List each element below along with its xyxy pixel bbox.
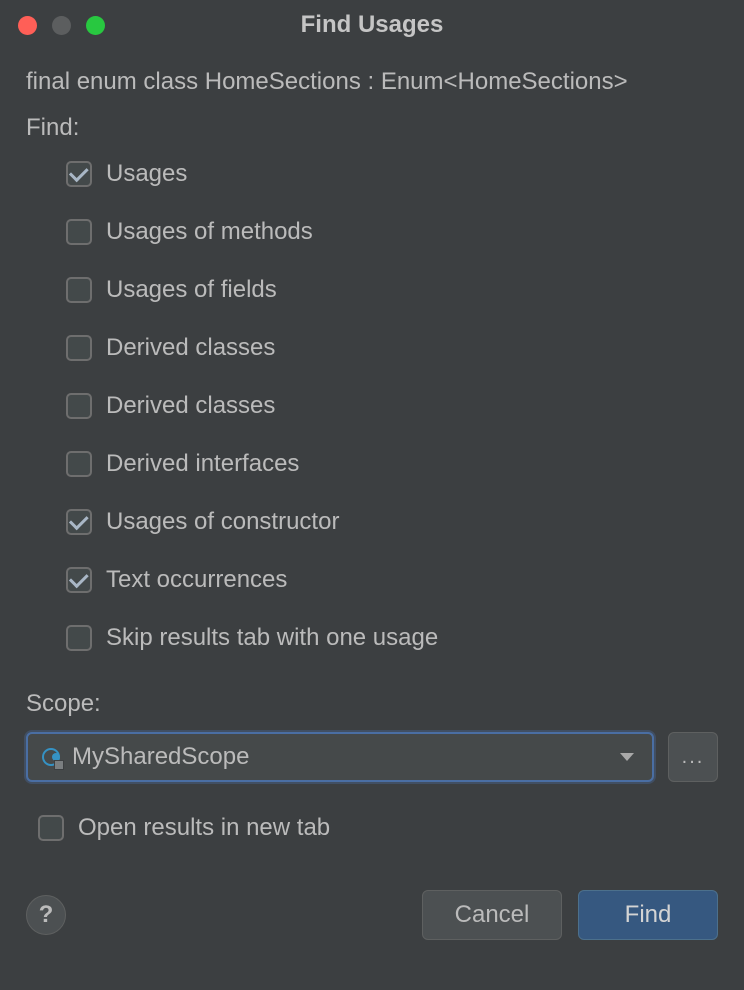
option-label: Skip results tab with one usage [106,624,438,652]
option-label: Usages of constructor [106,508,339,536]
help-button[interactable]: ? [26,895,66,935]
checkbox-usages-of-constructor[interactable] [66,509,92,535]
scope-label: Scope: [26,690,718,718]
scope-select[interactable]: MySharedScope [26,732,654,782]
checkbox-derived-interfaces[interactable] [66,451,92,477]
checkbox-derived-classes-1[interactable] [66,335,92,361]
option-label: Derived classes [106,392,275,420]
option-skip-results-tab[interactable]: Skip results tab with one usage [66,624,718,652]
shared-scope-icon [40,746,62,768]
option-open-new-tab[interactable]: Open results in new tab [26,814,718,842]
option-label: Usages of fields [106,276,277,304]
scope-value: MySharedScope [72,743,610,771]
find-button[interactable]: Find [578,890,718,940]
checkbox-skip-results-tab[interactable] [66,625,92,651]
scope-row: MySharedScope ... [26,732,718,782]
dialog-content: final enum class HomeSections : Enum<Hom… [0,50,744,842]
chevron-down-icon [620,753,634,761]
maximize-window-button[interactable] [86,16,105,35]
checkbox-usages-of-fields[interactable] [66,277,92,303]
option-text-occurrences[interactable]: Text occurrences [66,566,718,594]
option-label: Usages [106,160,187,188]
find-label: Find: [26,114,718,142]
minimize-window-button[interactable] [52,16,71,35]
option-usages-of-constructor[interactable]: Usages of constructor [66,508,718,536]
titlebar: Find Usages [0,0,744,50]
close-window-button[interactable] [18,16,37,35]
scope-more-button[interactable]: ... [668,732,718,782]
option-label: Open results in new tab [78,814,330,842]
option-label: Text occurrences [106,566,287,594]
checkbox-usages-of-methods[interactable] [66,219,92,245]
option-usages-of-fields[interactable]: Usages of fields [66,276,718,304]
option-derived-interfaces[interactable]: Derived interfaces [66,450,718,478]
window-controls [18,16,105,35]
option-derived-classes-1[interactable]: Derived classes [66,334,718,362]
checkbox-text-occurrences[interactable] [66,567,92,593]
checkbox-derived-classes-2[interactable] [66,393,92,419]
option-label: Derived classes [106,334,275,362]
option-derived-classes-2[interactable]: Derived classes [66,392,718,420]
find-options-list: Usages Usages of methods Usages of field… [26,160,718,652]
window-title: Find Usages [301,11,444,39]
cancel-button[interactable]: Cancel [422,890,562,940]
option-usages-of-methods[interactable]: Usages of methods [66,218,718,246]
dialog-footer: ? Cancel Find [0,890,744,940]
checkbox-usages[interactable] [66,161,92,187]
checkbox-open-new-tab[interactable] [38,815,64,841]
target-signature: final enum class HomeSections : Enum<Hom… [26,68,718,96]
option-label: Derived interfaces [106,450,299,478]
option-label: Usages of methods [106,218,313,246]
option-usages[interactable]: Usages [66,160,718,188]
